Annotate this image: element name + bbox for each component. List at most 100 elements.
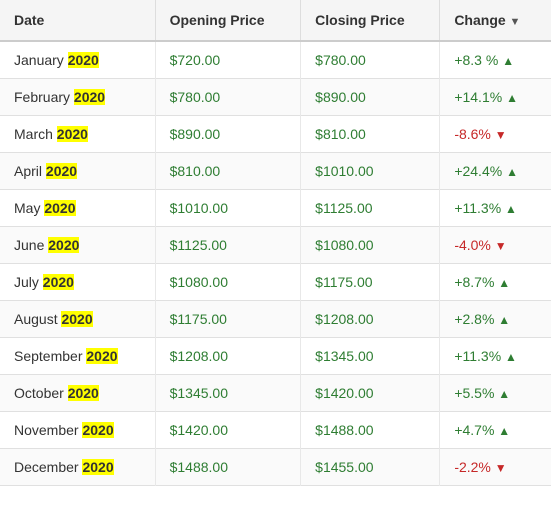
change-value: +8.7% <box>454 274 494 290</box>
change-cell: +11.3% ▲ <box>440 338 551 375</box>
date-cell: June 2020 <box>0 227 155 264</box>
closing-price-column-header: Closing Price <box>301 0 440 41</box>
change-value: -8.6% <box>454 126 491 142</box>
closing-price-cell: $1010.00 <box>301 153 440 190</box>
price-table: Date Opening Price Closing Price Change … <box>0 0 551 486</box>
change-cell: -2.2% ▼ <box>440 449 551 486</box>
closing-price-cell: $1455.00 <box>301 449 440 486</box>
up-arrow-icon: ▲ <box>505 202 517 216</box>
month-label: June <box>14 237 48 253</box>
year-label: 2020 <box>61 311 92 327</box>
opening-price-cell: $1010.00 <box>155 190 301 227</box>
table-row: October 2020$1345.00$1420.00+5.5% ▲ <box>0 375 551 412</box>
opening-price-cell: $1125.00 <box>155 227 301 264</box>
date-cell: January 2020 <box>0 41 155 79</box>
year-label: 2020 <box>43 274 74 290</box>
month-label: January <box>14 52 68 68</box>
down-arrow-icon: ▼ <box>495 128 507 142</box>
closing-price-cell: $810.00 <box>301 116 440 153</box>
month-label: April <box>14 163 46 179</box>
change-cell: +14.1% ▲ <box>440 79 551 116</box>
up-arrow-icon: ▲ <box>502 54 514 68</box>
opening-price-cell: $890.00 <box>155 116 301 153</box>
change-value: +11.3% <box>454 200 501 216</box>
month-label: November <box>14 422 82 438</box>
change-cell: +8.3 % ▲ <box>440 41 551 79</box>
date-cell: February 2020 <box>0 79 155 116</box>
up-arrow-icon: ▲ <box>505 350 517 364</box>
table-row: September 2020$1208.00$1345.00+11.3% ▲ <box>0 338 551 375</box>
change-cell: +4.7% ▲ <box>440 412 551 449</box>
table-row: November 2020$1420.00$1488.00+4.7% ▲ <box>0 412 551 449</box>
change-value: +5.5% <box>454 385 494 401</box>
date-cell: November 2020 <box>0 412 155 449</box>
opening-price-cell: $1080.00 <box>155 264 301 301</box>
table-row: April 2020$810.00$1010.00+24.4% ▲ <box>0 153 551 190</box>
table-row: June 2020$1125.00$1080.00-4.0% ▼ <box>0 227 551 264</box>
table-row: August 2020$1175.00$1208.00+2.8% ▲ <box>0 301 551 338</box>
year-label: 2020 <box>46 163 77 179</box>
month-label: August <box>14 311 61 327</box>
change-cell: +8.7% ▲ <box>440 264 551 301</box>
closing-price-cell: $1208.00 <box>301 301 440 338</box>
year-label: 2020 <box>48 237 79 253</box>
table-row: January 2020$720.00$780.00+8.3 % ▲ <box>0 41 551 79</box>
closing-price-cell: $1420.00 <box>301 375 440 412</box>
up-arrow-icon: ▲ <box>498 313 510 327</box>
opening-price-cell: $780.00 <box>155 79 301 116</box>
year-label: 2020 <box>68 52 99 68</box>
change-cell: +24.4% ▲ <box>440 153 551 190</box>
closing-price-cell: $1175.00 <box>301 264 440 301</box>
opening-price-cell: $1488.00 <box>155 449 301 486</box>
date-cell: May 2020 <box>0 190 155 227</box>
change-column-header: Change ▼ <box>440 0 551 41</box>
date-cell: December 2020 <box>0 449 155 486</box>
up-arrow-icon: ▲ <box>506 91 518 105</box>
date-column-header: Date <box>0 0 155 41</box>
year-label: 2020 <box>74 89 105 105</box>
change-value: +11.3% <box>454 348 501 364</box>
month-label: March <box>14 126 57 142</box>
table-row: December 2020$1488.00$1455.00-2.2% ▼ <box>0 449 551 486</box>
down-arrow-icon: ▼ <box>495 239 507 253</box>
closing-price-cell: $1125.00 <box>301 190 440 227</box>
table-row: February 2020$780.00$890.00+14.1% ▲ <box>0 79 551 116</box>
closing-price-cell: $1080.00 <box>301 227 440 264</box>
table-row: July 2020$1080.00$1175.00+8.7% ▲ <box>0 264 551 301</box>
year-label: 2020 <box>82 422 113 438</box>
change-value: +24.4% <box>454 163 502 179</box>
table-header-row: Date Opening Price Closing Price Change … <box>0 0 551 41</box>
change-cell: +2.8% ▲ <box>440 301 551 338</box>
date-cell: July 2020 <box>0 264 155 301</box>
sort-arrow-icon[interactable]: ▼ <box>510 16 521 28</box>
table-row: March 2020$890.00$810.00-8.6% ▼ <box>0 116 551 153</box>
year-label: 2020 <box>44 200 75 216</box>
closing-price-cell: $780.00 <box>301 41 440 79</box>
year-label: 2020 <box>68 385 99 401</box>
change-value: -4.0% <box>454 237 491 253</box>
date-cell: August 2020 <box>0 301 155 338</box>
table-row: May 2020$1010.00$1125.00 +11.3% ▲ <box>0 190 551 227</box>
change-value: +2.8% <box>454 311 494 327</box>
month-label: October <box>14 385 68 401</box>
date-cell: April 2020 <box>0 153 155 190</box>
change-value: +8.3 % <box>454 52 498 68</box>
opening-price-cell: $1208.00 <box>155 338 301 375</box>
change-cell: +5.5% ▲ <box>440 375 551 412</box>
closing-price-cell: $1345.00 <box>301 338 440 375</box>
change-value: -2.2% <box>454 459 491 475</box>
change-cell: -8.6% ▼ <box>440 116 551 153</box>
date-cell: October 2020 <box>0 375 155 412</box>
month-label: July <box>14 274 43 290</box>
change-value: +14.1% <box>454 89 502 105</box>
opening-price-cell: $720.00 <box>155 41 301 79</box>
date-cell: September 2020 <box>0 338 155 375</box>
closing-price-cell: $1488.00 <box>301 412 440 449</box>
closing-price-cell: $890.00 <box>301 79 440 116</box>
down-arrow-icon: ▼ <box>495 461 507 475</box>
up-arrow-icon: ▲ <box>498 276 510 290</box>
up-arrow-icon: ▲ <box>498 387 510 401</box>
date-cell: March 2020 <box>0 116 155 153</box>
opening-price-cell: $1345.00 <box>155 375 301 412</box>
month-label: September <box>14 348 86 364</box>
